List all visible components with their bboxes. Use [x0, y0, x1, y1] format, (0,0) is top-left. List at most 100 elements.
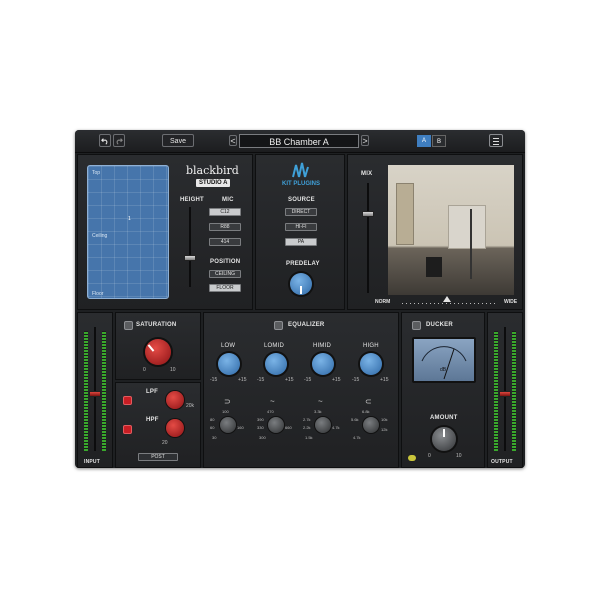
eq-himid-freq-3: 2.2k	[303, 425, 311, 430]
eq-lomid-freq-3: 330	[257, 425, 264, 430]
predelay-knob[interactable]	[290, 273, 312, 295]
input-meter-right	[102, 331, 106, 451]
ceiling-label: Ceiling	[92, 233, 108, 239]
mix-fader[interactable]	[362, 211, 374, 217]
eq-low-freq-4: 30	[212, 435, 217, 440]
saturation-enable-toggle[interactable]	[124, 321, 133, 330]
next-preset-button[interactable]: >	[361, 135, 369, 146]
input-meter-left	[84, 331, 88, 451]
undo-button[interactable]	[99, 134, 111, 147]
eq-low-gain-knob[interactable]	[218, 353, 240, 375]
output-label: OUTPUT	[491, 459, 513, 465]
eq-lomid-freq-4: 300	[259, 435, 266, 440]
source-panel: KIT PLUGINS SOURCE DIRECT HI-FI PA PREDE…	[255, 154, 345, 310]
floor-label: Floor	[92, 291, 104, 297]
ducker-enable-toggle[interactable]	[412, 321, 421, 330]
saturation-min: 0	[143, 367, 146, 373]
eq-low-freq-5: 160	[237, 425, 244, 430]
input-fader-track	[94, 327, 96, 451]
save-button[interactable]: Save	[162, 134, 194, 147]
input-fader[interactable]	[89, 391, 101, 397]
filter-post-button[interactable]: POST	[138, 453, 178, 461]
mic-option-414[interactable]: 414	[209, 238, 241, 246]
position-floor-button[interactable]: FLOOR	[209, 284, 241, 292]
redo-button[interactable]	[113, 134, 125, 147]
vu-db-label: dB	[440, 367, 447, 373]
top-label: Top	[92, 170, 101, 176]
saturation-max: 10	[170, 367, 176, 373]
eq-himid-bell-icon: ~	[318, 397, 323, 406]
lpf-knob[interactable]	[166, 391, 184, 409]
eq-high-min: -15	[352, 377, 360, 383]
eq-high-freq-3: 10k	[381, 417, 388, 422]
ducker-panel: DUCKER dB AMOUNT 0 10	[401, 312, 485, 468]
ducker-sidechain-icon	[408, 455, 416, 461]
eq-lomid-gain-knob[interactable]	[265, 353, 287, 375]
eq-lomid-label: LOMID	[264, 343, 285, 349]
eq-high-max: +15	[380, 377, 389, 383]
eq-himid-freq-4: 1.5k	[305, 435, 313, 440]
height-fader-track	[189, 207, 191, 287]
width-slider-thumb[interactable]	[443, 296, 451, 302]
source-hifi-button[interactable]: HI-FI	[285, 223, 317, 231]
hpf-knob[interactable]	[166, 419, 184, 437]
eq-himid-freq-knob[interactable]	[315, 417, 331, 433]
reverb-plugin-window: Save < BB Chamber A > A B Top Ceiling Fl…	[75, 130, 525, 468]
ducker-amount-knob[interactable]	[432, 427, 456, 451]
eq-low-freq-knob[interactable]	[220, 417, 236, 433]
eq-himid-min: -15	[304, 377, 312, 383]
ducker-title: DUCKER	[426, 322, 453, 328]
mic-option-r88[interactable]: R88	[209, 223, 241, 231]
eq-himid-freq-2: 2.7k	[303, 417, 311, 422]
eq-low-min: -15	[210, 377, 218, 383]
saturation-knob[interactable]	[145, 339, 171, 365]
eq-himid-freq-1: 3.3k	[314, 409, 322, 414]
mic-option-c12[interactable]: C12	[209, 208, 241, 216]
source-pa-button[interactable]: PA	[285, 238, 317, 246]
room-panel: Top Ceiling Floor 1 blackbird STUDIO A H…	[77, 154, 253, 310]
source-direct-button[interactable]: DIRECT	[285, 208, 317, 216]
saturation-title: SATURATION	[136, 322, 177, 328]
a-compare-button[interactable]: A	[417, 135, 431, 147]
output-meter-right	[512, 331, 516, 451]
ducker-amount-label: AMOUNT	[430, 415, 458, 421]
lpf-max-label: 20k	[186, 403, 195, 409]
eq-enable-toggle[interactable]	[274, 321, 283, 330]
equalizer-panel: EQUALIZER LOW -15 +15 ⊃ 100 80 60 30 160…	[203, 312, 399, 468]
mix-label: MIX	[361, 171, 373, 177]
room-photo	[388, 165, 514, 295]
ducker-max: 10	[456, 453, 462, 459]
studio-a-badge: STUDIO A	[196, 179, 231, 187]
eq-lomid-bell-icon: ~	[270, 397, 275, 406]
eq-lomid-max: +15	[285, 377, 294, 383]
eq-low-freq-3: 60	[210, 425, 215, 430]
prev-preset-button[interactable]: <	[229, 135, 237, 146]
wide-label: WIDE	[504, 299, 518, 305]
output-fader-track	[504, 327, 506, 451]
eq-high-freq-5: 12k	[381, 427, 388, 432]
eq-high-freq-1: 6.8k	[362, 409, 370, 414]
eq-low-freq-2: 80	[210, 417, 215, 422]
width-slider-track[interactable]	[402, 303, 498, 304]
hpf-enable-toggle[interactable]	[123, 425, 132, 434]
eq-high-gain-knob[interactable]	[360, 353, 382, 375]
output-meter-panel: OUTPUT	[487, 312, 523, 468]
lpf-enable-toggle[interactable]	[123, 396, 132, 405]
mic-position-marker[interactable]: 1	[128, 216, 131, 222]
output-fader[interactable]	[499, 391, 511, 397]
hamburger-menu-icon[interactable]	[489, 134, 503, 147]
mix-panel: MIX NORM WIDE	[347, 154, 523, 310]
eq-high-freq-knob[interactable]	[363, 417, 379, 433]
eq-lomid-freq-2: 390	[257, 417, 264, 422]
predelay-label: PREDELAY	[286, 261, 320, 267]
eq-himid-gain-knob[interactable]	[312, 353, 334, 375]
room-position-pad[interactable]: Top Ceiling Floor 1	[87, 165, 169, 299]
eq-lomid-freq-5: 660	[285, 425, 292, 430]
eq-lomid-freq-knob[interactable]	[268, 417, 284, 433]
blackbird-logo: blackbird	[186, 164, 239, 177]
b-compare-button[interactable]: B	[432, 135, 446, 147]
preset-name-display[interactable]: BB Chamber A	[239, 134, 359, 148]
height-fader[interactable]	[184, 255, 196, 261]
undo-icon	[101, 138, 108, 145]
position-ceiling-button[interactable]: CEILING	[209, 270, 241, 278]
